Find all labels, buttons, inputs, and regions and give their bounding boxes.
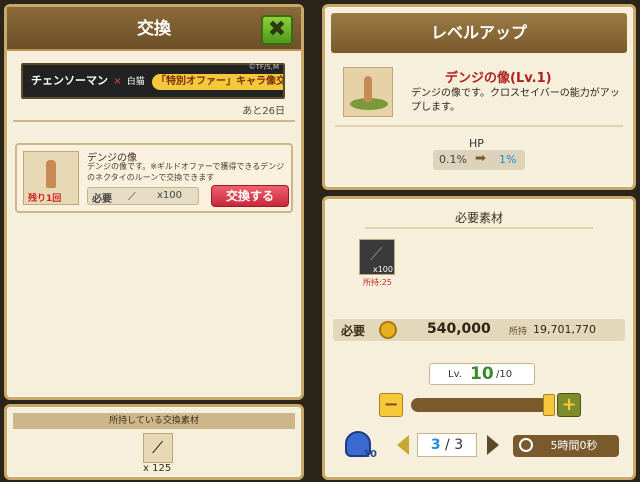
tie-icon: ⟋ bbox=[152, 438, 164, 457]
stat-label: HP bbox=[469, 137, 484, 150]
item-description: デンジの像です。※ギルドオファーで獲得できるデンジのネクタイのルーンで交換できま… bbox=[87, 162, 285, 182]
required-label: 必要 bbox=[92, 194, 112, 205]
timer-text: 5時間0秒 bbox=[550, 439, 598, 452]
clock-icon bbox=[519, 438, 533, 452]
owned-materials-title: 所持している交換素材 bbox=[13, 413, 295, 429]
required-count: x100 bbox=[156, 190, 182, 201]
level-value: 10 bbox=[470, 364, 494, 384]
exchange-button[interactable]: 交換する bbox=[211, 185, 289, 207]
stat-box: 0.1% ➡ 1% bbox=[433, 150, 525, 170]
increase-level-button[interactable]: + bbox=[557, 393, 581, 417]
banner-logo: 白猫 bbox=[126, 77, 145, 87]
level-box: Lv. 10 /10 bbox=[429, 363, 535, 385]
tie-icon: ⟋ bbox=[128, 190, 136, 203]
banner-title: チェンソーマン bbox=[31, 74, 108, 87]
close-button[interactable]: ✖ bbox=[261, 15, 293, 45]
banner-x: × bbox=[113, 76, 122, 87]
stat-to: 1% bbox=[499, 153, 517, 166]
levelup-panel: レベルアップ デンジの像(Lv.1) デンジの像です。クロスセイバーの能力がアッ… bbox=[322, 4, 636, 190]
cost-value: 540,000 bbox=[427, 321, 491, 337]
exchange-title: 交換 bbox=[7, 7, 301, 51]
page-indicator: 3 / 3 bbox=[417, 433, 477, 457]
event-banner[interactable]: チェンソーマン × 白猫 「特別オファー」キャラ像交換 bbox=[21, 63, 285, 99]
owned-label: 所持 bbox=[509, 327, 528, 337]
material-thumb[interactable]: ⟋ x100 bbox=[359, 239, 395, 275]
level-prefix: Lv. bbox=[448, 369, 462, 380]
levelup-title: レベルアップ bbox=[331, 13, 627, 53]
owned-materials-panel: 所持している交換素材 ⟋ x 125 bbox=[4, 404, 304, 480]
divider bbox=[365, 227, 593, 229]
exchange-panel: 交換 ✖ チェンソーマン × 白猫 「特別オファー」キャラ像交換 ©TF/S,M… bbox=[4, 4, 304, 400]
banner-offer: 「特別オファー」キャラ像交換 bbox=[151, 74, 283, 90]
material-owned: 所持:25 bbox=[363, 278, 392, 287]
page-total: 3 bbox=[454, 437, 464, 453]
decrease-level-button[interactable]: − bbox=[379, 393, 403, 417]
required-box: 必要 ⟋ x100 bbox=[87, 187, 199, 205]
tie-icon: ⟋ bbox=[370, 244, 383, 265]
materials-panel: 必要素材 ⟋ x100 所持:25 必要 540,000 所持 19,701,7… bbox=[322, 196, 636, 480]
level-max: /10 bbox=[496, 369, 513, 380]
statue-thumbnail bbox=[343, 67, 393, 117]
owned-count: x 125 bbox=[143, 463, 172, 474]
stat-from: 0.1% bbox=[439, 153, 467, 166]
potion-count: 10 bbox=[363, 449, 377, 460]
statue-figure-icon bbox=[46, 160, 56, 188]
remaining-count: 残り1回 bbox=[28, 194, 62, 204]
page-current: 3 bbox=[430, 437, 441, 453]
statue-description: デンジの像です。クロスセイバーの能力がアップします。 bbox=[411, 88, 620, 113]
copyright: ©TF/S,M bbox=[248, 63, 279, 71]
arrow-right-icon: ➡ bbox=[475, 151, 486, 166]
cost-label: 必要 bbox=[341, 324, 366, 338]
cost-row: 必要 540,000 所持 19,701,770 bbox=[333, 319, 625, 341]
remaining-days: あと26日 bbox=[242, 106, 285, 117]
owned-tie-thumb: ⟋ bbox=[143, 433, 173, 463]
divider bbox=[13, 120, 295, 122]
material-count: x100 bbox=[372, 265, 393, 274]
statue-name: デンジの像(Lv.1) bbox=[445, 71, 552, 86]
level-slider[interactable] bbox=[411, 394, 555, 416]
materials-title: 必要素材 bbox=[454, 211, 503, 225]
statue-figure-icon bbox=[364, 76, 372, 102]
coin-icon bbox=[379, 321, 397, 339]
owned-value: 19,701,770 bbox=[533, 323, 596, 336]
item-thumbnail: 残り1回 bbox=[23, 151, 79, 205]
prev-page-button[interactable] bbox=[397, 435, 409, 455]
slider-handle[interactable] bbox=[543, 394, 555, 416]
divider bbox=[335, 125, 623, 127]
next-page-button[interactable] bbox=[487, 435, 499, 455]
exchange-item-row: 残り1回 デンジの像 デンジの像です。※ギルドオファーで獲得できるデンジのネクタ… bbox=[15, 143, 293, 213]
timer-box: 5時間0秒 bbox=[513, 435, 619, 457]
page-sep: / bbox=[445, 437, 450, 453]
